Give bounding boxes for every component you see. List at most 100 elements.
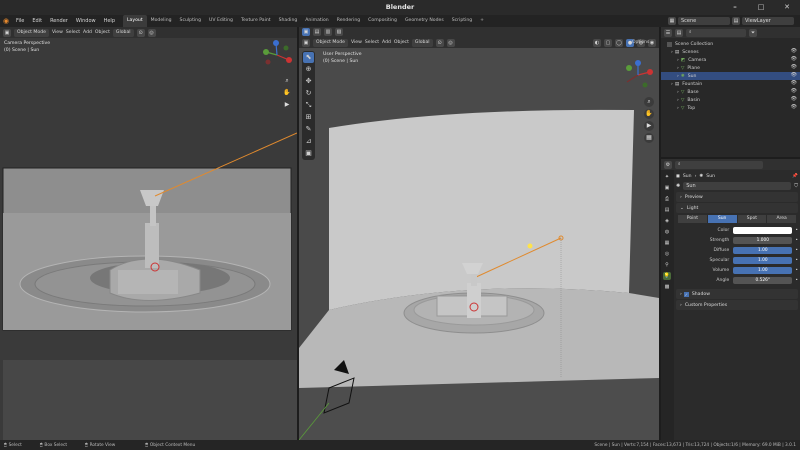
keyframe-dot-icon[interactable]: •: [795, 258, 798, 263]
menu-help[interactable]: Help: [100, 15, 119, 27]
outliner-row[interactable]: › ✺ Sun 👁: [661, 72, 800, 80]
rotate-tool-icon[interactable]: ↻: [303, 88, 314, 99]
filter-icon[interactable]: ⏷: [749, 28, 757, 37]
right-viewport[interactable]: ▣ ▤ ▥ ▧ ▣ Object Mode View Select Add Ob…: [299, 27, 659, 440]
menu-file[interactable]: File: [12, 15, 28, 27]
render-tab-icon[interactable]: ▣: [663, 184, 671, 192]
datablock-name-field[interactable]: Sun: [683, 182, 792, 190]
visibility-eye-icon[interactable]: 👁: [791, 80, 797, 86]
view-layer-field[interactable]: ViewLayer: [742, 17, 794, 25]
visibility-eye-icon[interactable]: 👁: [791, 96, 797, 102]
right-menu-add[interactable]: Add: [382, 40, 391, 45]
workspace-tab-compositing[interactable]: Compositing: [364, 15, 401, 27]
select-mode-icon[interactable]: ▣: [302, 28, 310, 36]
outliner-row-scene-collection[interactable]: Scene Collection: [661, 40, 800, 48]
fake-user-icon[interactable]: ⛉: [794, 183, 798, 189]
transform-tool-icon[interactable]: ⊞: [303, 112, 314, 123]
chevron-right-icon[interactable]: ›: [677, 98, 679, 103]
right-menu-select[interactable]: Select: [365, 40, 379, 45]
angle-field[interactable]: 0.526°: [733, 276, 793, 284]
scene-selector-icon[interactable]: ▦: [668, 17, 676, 25]
view-layer-tab-icon[interactable]: ▤: [663, 206, 671, 214]
visibility-eye-icon[interactable]: 👁: [791, 56, 797, 62]
select-subtract-icon[interactable]: ▥: [324, 28, 332, 36]
light-data-tab-icon[interactable]: 💡: [663, 272, 671, 280]
workspace-tab-rendering[interactable]: Rendering: [333, 15, 364, 27]
select-extend-icon[interactable]: ▤: [313, 28, 321, 36]
workspace-tab-geometry-nodes[interactable]: Geometry Nodes: [401, 15, 448, 27]
minimize-icon[interactable]: –: [722, 0, 748, 15]
color-field[interactable]: [733, 226, 793, 234]
right-menu-object[interactable]: Object: [394, 40, 409, 45]
camera-view-icon[interactable]: ▶: [282, 100, 292, 110]
left-menu-select[interactable]: Select: [66, 30, 80, 35]
add-workspace-button[interactable]: +: [476, 15, 488, 27]
workspace-tab-modeling[interactable]: Modeling: [147, 15, 176, 27]
close-icon[interactable]: ✕: [774, 0, 800, 15]
chevron-right-icon[interactable]: ›: [677, 58, 679, 63]
display-mode-icon[interactable]: ▤: [675, 28, 683, 37]
outliner-row[interactable]: › ▤ Scenes 👁: [661, 48, 800, 56]
keyframe-dot-icon[interactable]: •: [795, 268, 798, 273]
properties-search-input[interactable]: ⌕: [675, 160, 763, 169]
proportional-icon[interactable]: ◎: [147, 28, 156, 37]
left-orientation-dropdown[interactable]: Global: [112, 28, 134, 37]
view-layer-icon[interactable]: ▤: [732, 17, 740, 25]
outliner-row[interactable]: › ▽ Base 👁: [661, 88, 800, 96]
visibility-eye-icon[interactable]: 👁: [791, 72, 797, 78]
snap-icon[interactable]: ⊙: [435, 38, 444, 47]
outliner-row[interactable]: › ▤ Fountain 👁: [661, 80, 800, 88]
pin-icon[interactable]: 📌: [792, 174, 798, 179]
workspace-tab-uv-editing[interactable]: UV Editing: [205, 15, 237, 27]
proportional-icon[interactable]: ◎: [446, 38, 455, 47]
workspace-tab-sculpting[interactable]: Sculpting: [176, 15, 205, 27]
zoom-icon[interactable]: ⌕: [644, 97, 654, 107]
outliner-search-input[interactable]: ⌕: [686, 28, 746, 37]
shadow-panel-header[interactable]: › ✓ Shadow: [676, 289, 798, 299]
viewport-options-button[interactable]: Options: [632, 40, 649, 45]
move-tool-icon[interactable]: ✥: [303, 76, 314, 87]
properties-editor-icon[interactable]: ⚙: [664, 160, 672, 169]
world-tab-icon[interactable]: ◍: [663, 228, 671, 236]
workspace-tab-texture-paint[interactable]: Texture Paint: [237, 15, 275, 27]
workspace-tab-scripting[interactable]: Scripting: [448, 15, 476, 27]
physics-tab-icon[interactable]: ◎: [663, 250, 671, 258]
left-navigation-gizmo[interactable]: [262, 40, 292, 70]
outliner-row[interactable]: › ▽ Basin 👁: [661, 96, 800, 104]
editor-type-icon[interactable]: ▣: [302, 38, 310, 47]
outliner-row[interactable]: › ◩ Camera 👁: [661, 56, 800, 64]
left-mode-dropdown[interactable]: Object Mode: [14, 28, 49, 37]
chevron-right-icon[interactable]: ›: [671, 50, 673, 55]
pan-icon[interactable]: ✋: [644, 109, 654, 119]
light-datablock-icon[interactable]: ✺: [676, 183, 680, 189]
chevron-right-icon[interactable]: ›: [677, 74, 679, 79]
editor-type-icon[interactable]: ▣: [3, 28, 11, 37]
shading-wire-icon[interactable]: ◯: [615, 38, 623, 47]
left-menu-object[interactable]: Object: [95, 30, 110, 35]
maximize-icon[interactable]: □: [748, 0, 774, 15]
zoom-icon[interactable]: ⌕: [282, 76, 292, 86]
scale-tool-icon[interactable]: ⤡: [303, 100, 314, 111]
keyframe-dot-icon[interactable]: •: [795, 248, 798, 253]
right-orientation-dropdown[interactable]: Global: [411, 38, 433, 47]
visibility-eye-icon[interactable]: 👁: [791, 88, 797, 94]
left-viewport[interactable]: ▣ Object Mode View Select Add Object Glo…: [0, 27, 297, 440]
keyframe-dot-icon[interactable]: •: [795, 238, 798, 243]
outliner-editor-icon[interactable]: ☰: [664, 28, 672, 37]
outliner-row[interactable]: › ▽ Plane 👁: [661, 64, 800, 72]
right-mode-dropdown[interactable]: Object Mode: [313, 38, 348, 47]
light-panel-header[interactable]: ⌄ Light: [676, 203, 798, 213]
chevron-right-icon[interactable]: ›: [671, 82, 673, 87]
perspective-toggle-icon[interactable]: ▦: [644, 133, 654, 143]
constraints-tab-icon[interactable]: ⚲: [663, 261, 671, 269]
visibility-eye-icon[interactable]: 👁: [791, 48, 797, 54]
camera-view-icon[interactable]: ▶: [644, 121, 654, 131]
workspace-tab-animation[interactable]: Animation: [301, 15, 332, 27]
diffuse-field[interactable]: 1.00: [733, 246, 793, 254]
blender-logo-icon[interactable]: ◉: [0, 17, 12, 25]
select-tool-icon[interactable]: ⬉: [303, 52, 314, 63]
add-cube-tool-icon[interactable]: ▣: [303, 148, 314, 159]
chevron-right-icon[interactable]: ›: [677, 66, 679, 71]
scene-tab-icon[interactable]: ◈: [663, 217, 671, 225]
snap-icon[interactable]: ⊙: [136, 28, 145, 37]
